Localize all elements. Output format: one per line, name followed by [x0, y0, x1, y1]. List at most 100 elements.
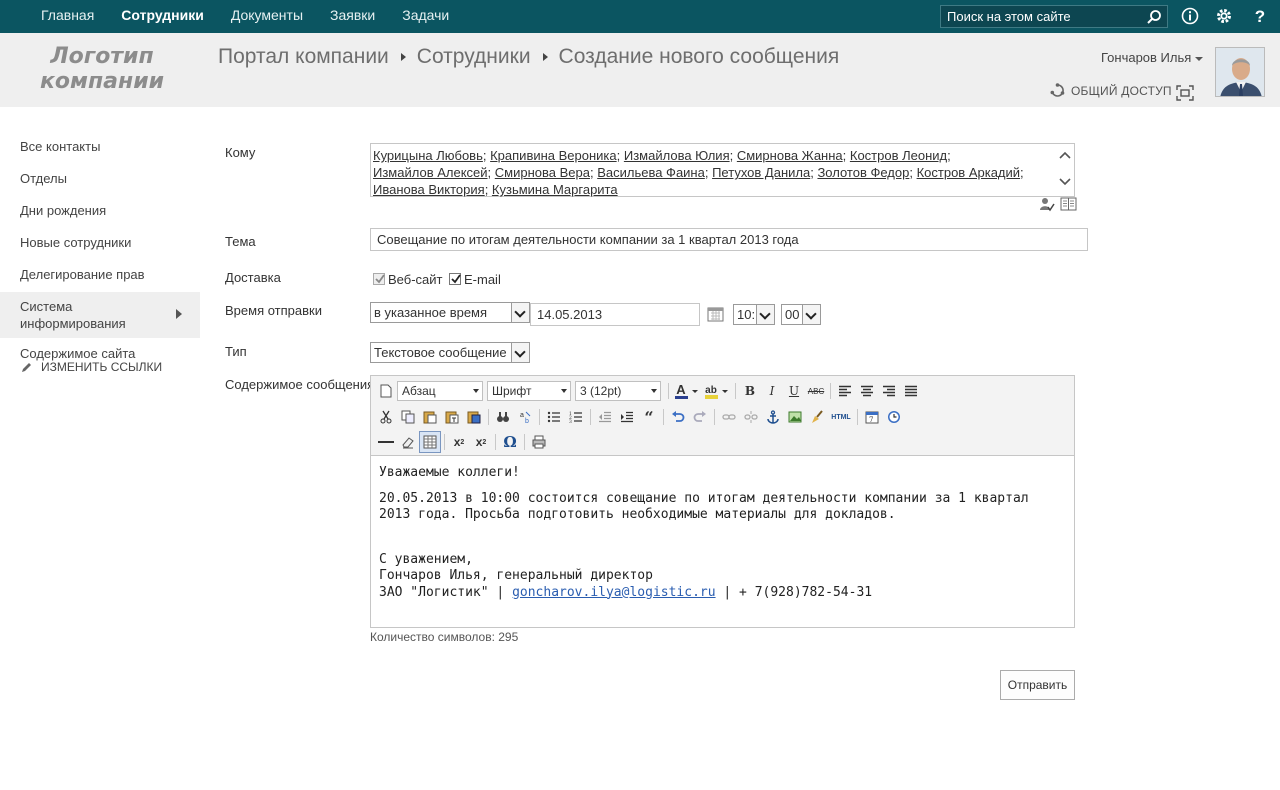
top-nav-item-employees[interactable]: Сотрудники	[110, 0, 220, 33]
top-nav-item-home[interactable]: Главная	[30, 0, 110, 33]
delivery-web-option[interactable]: Веб-сайт	[373, 272, 442, 287]
table-icon[interactable]	[419, 431, 441, 453]
recipient-link[interactable]: Смирнова Жанна	[737, 148, 843, 163]
paste-icon[interactable]	[419, 406, 441, 428]
font-color-icon[interactable]: A	[672, 380, 702, 402]
recipient-link[interactable]: Золотов Федор	[817, 165, 909, 180]
breadcrumb-portal[interactable]: Портал компании	[218, 45, 389, 69]
search-icon[interactable]	[1146, 9, 1162, 25]
help-icon[interactable]: ?	[1251, 7, 1269, 25]
new-document-icon[interactable]	[375, 380, 397, 402]
recipient-link[interactable]: Смирнова Вера	[495, 165, 590, 180]
strikethrough-icon[interactable]: ABC	[805, 380, 827, 402]
top-nav-item-requests[interactable]: Заявки	[319, 0, 391, 33]
find-icon[interactable]	[492, 406, 514, 428]
blockquote-icon[interactable]: “	[638, 406, 660, 428]
send-date-input[interactable]: 14.05.2013	[530, 303, 700, 326]
special-character-icon[interactable]: Ω	[499, 431, 521, 453]
send-hour-select[interactable]: 10:	[733, 304, 775, 325]
breadcrumb-employees[interactable]: Сотрудники	[417, 45, 531, 69]
left-nav-item-info-system[interactable]: Система информирования	[0, 292, 200, 338]
subscript-icon[interactable]: x2	[448, 431, 470, 453]
horizontal-rule-icon[interactable]	[375, 431, 397, 453]
type-select[interactable]: Текстовое сообщение	[370, 342, 530, 363]
copy-icon[interactable]	[397, 406, 419, 428]
company-logo[interactable]: Логотип компании	[32, 44, 172, 94]
subject-input[interactable]: Совещание по итогам деятельности компани…	[370, 228, 1088, 251]
cleanup-icon[interactable]	[806, 406, 828, 428]
left-nav-item-departments[interactable]: Отделы	[0, 165, 200, 192]
insert-time-icon[interactable]	[883, 406, 905, 428]
top-nav-item-documents[interactable]: Документы	[220, 0, 319, 33]
recipient-link[interactable]: Костров Леонид	[850, 148, 947, 163]
send-mode-select[interactable]: в указанное время	[370, 302, 530, 323]
recipient-link[interactable]: Курицына Любовь	[373, 148, 483, 163]
recipient-link[interactable]: Крапивина Вероника	[490, 148, 617, 163]
top-nav-item-tasks[interactable]: Задачи	[391, 0, 465, 33]
paste-word-icon[interactable]	[463, 406, 485, 428]
calendar-icon[interactable]	[707, 306, 724, 322]
recipients-field[interactable]: Курицына Любовь; Крапивина Вероника; Изм…	[370, 143, 1075, 197]
align-center-icon[interactable]	[856, 380, 878, 402]
eraser-icon[interactable]	[397, 431, 419, 453]
numbered-list-icon[interactable]: 123	[565, 406, 587, 428]
edit-links-button[interactable]: ИЗМЕНИТЬ ССЫЛКИ	[20, 360, 162, 374]
send-minute-select[interactable]: 00	[781, 304, 821, 325]
user-menu[interactable]: Гончаров Илья	[1101, 50, 1204, 65]
paragraph-style-dropdown[interactable]: Абзац	[397, 381, 483, 401]
paste-text-icon[interactable]	[441, 406, 463, 428]
check-names-icon[interactable]	[1039, 196, 1055, 212]
avatar[interactable]	[1215, 47, 1265, 97]
recipient-link[interactable]: Измайлова Юлия	[624, 148, 730, 163]
focus-mode-icon[interactable]	[1176, 85, 1194, 101]
align-justify-icon[interactable]	[900, 380, 922, 402]
align-right-icon[interactable]	[878, 380, 900, 402]
recipient-link[interactable]: Измайлов Алексей	[373, 165, 488, 180]
anchor-icon[interactable]	[762, 406, 784, 428]
gear-icon[interactable]	[1215, 7, 1233, 25]
left-nav-item-birthdays[interactable]: Дни рождения	[0, 197, 200, 224]
recipient-link[interactable]: Иванова Виктория	[373, 182, 485, 197]
info-icon[interactable]	[1181, 7, 1199, 25]
send-button[interactable]: Отправить	[1000, 670, 1075, 700]
superscript-icon[interactable]: x2	[470, 431, 492, 453]
breadcrumb-current: Создание нового сообщения	[558, 45, 840, 68]
delivery-email-option[interactable]: E-mail	[449, 272, 501, 287]
redo-icon[interactable]	[689, 406, 711, 428]
link-icon[interactable]	[718, 406, 740, 428]
outdent-icon[interactable]	[594, 406, 616, 428]
bold-icon[interactable]: B	[739, 380, 761, 402]
cut-icon[interactable]	[375, 406, 397, 428]
indent-icon[interactable]	[616, 406, 638, 428]
underline-icon[interactable]: U	[783, 380, 805, 402]
font-size-dropdown[interactable]: 3 (12pt)	[575, 381, 661, 401]
italic-icon[interactable]: I	[761, 380, 783, 402]
share-button[interactable]: ОБЩИЙ ДОСТУП	[1050, 83, 1172, 98]
undo-icon[interactable]	[667, 406, 689, 428]
left-nav-item-all-contacts[interactable]: Все контакты	[0, 133, 200, 160]
align-left-icon[interactable]	[834, 380, 856, 402]
recipient-link[interactable]: Кузьмина Маргарита	[492, 182, 618, 197]
top-nav: Главная Сотрудники Документы Заявки Зада…	[30, 0, 465, 33]
email-checkbox[interactable]	[449, 273, 461, 285]
recipient-link[interactable]: Петухов Данила	[712, 165, 810, 180]
editor-content[interactable]: Уважаемые коллеги! 20.05.2013 в 10:00 со…	[379, 465, 1059, 601]
recipients-scrollbar[interactable]	[1056, 144, 1074, 196]
bulleted-list-icon[interactable]	[543, 406, 565, 428]
recipient-link[interactable]: Васильева Фаина	[597, 165, 705, 180]
address-book-icon[interactable]	[1060, 196, 1077, 212]
replace-icon[interactable]: ab	[514, 406, 536, 428]
image-icon[interactable]	[784, 406, 806, 428]
print-icon[interactable]	[528, 431, 550, 453]
recipient-link[interactable]: Костров Аркадий	[917, 165, 1020, 180]
search-input[interactable]	[941, 6, 1141, 27]
highlight-color-icon[interactable]: ab	[702, 380, 732, 402]
left-nav-item-delegation[interactable]: Делегирование прав	[0, 261, 200, 288]
unlink-icon[interactable]	[740, 406, 762, 428]
web-site-checkbox[interactable]	[373, 273, 385, 285]
html-source-icon[interactable]: HTML	[828, 406, 854, 428]
left-nav-item-new-employees[interactable]: Новые сотрудники	[0, 229, 200, 256]
font-family-dropdown[interactable]: Шрифт	[487, 381, 571, 401]
content-email-link[interactable]: goncharov.ilya@logistic.ru	[512, 585, 716, 600]
insert-date-icon[interactable]: 7	[861, 406, 883, 428]
